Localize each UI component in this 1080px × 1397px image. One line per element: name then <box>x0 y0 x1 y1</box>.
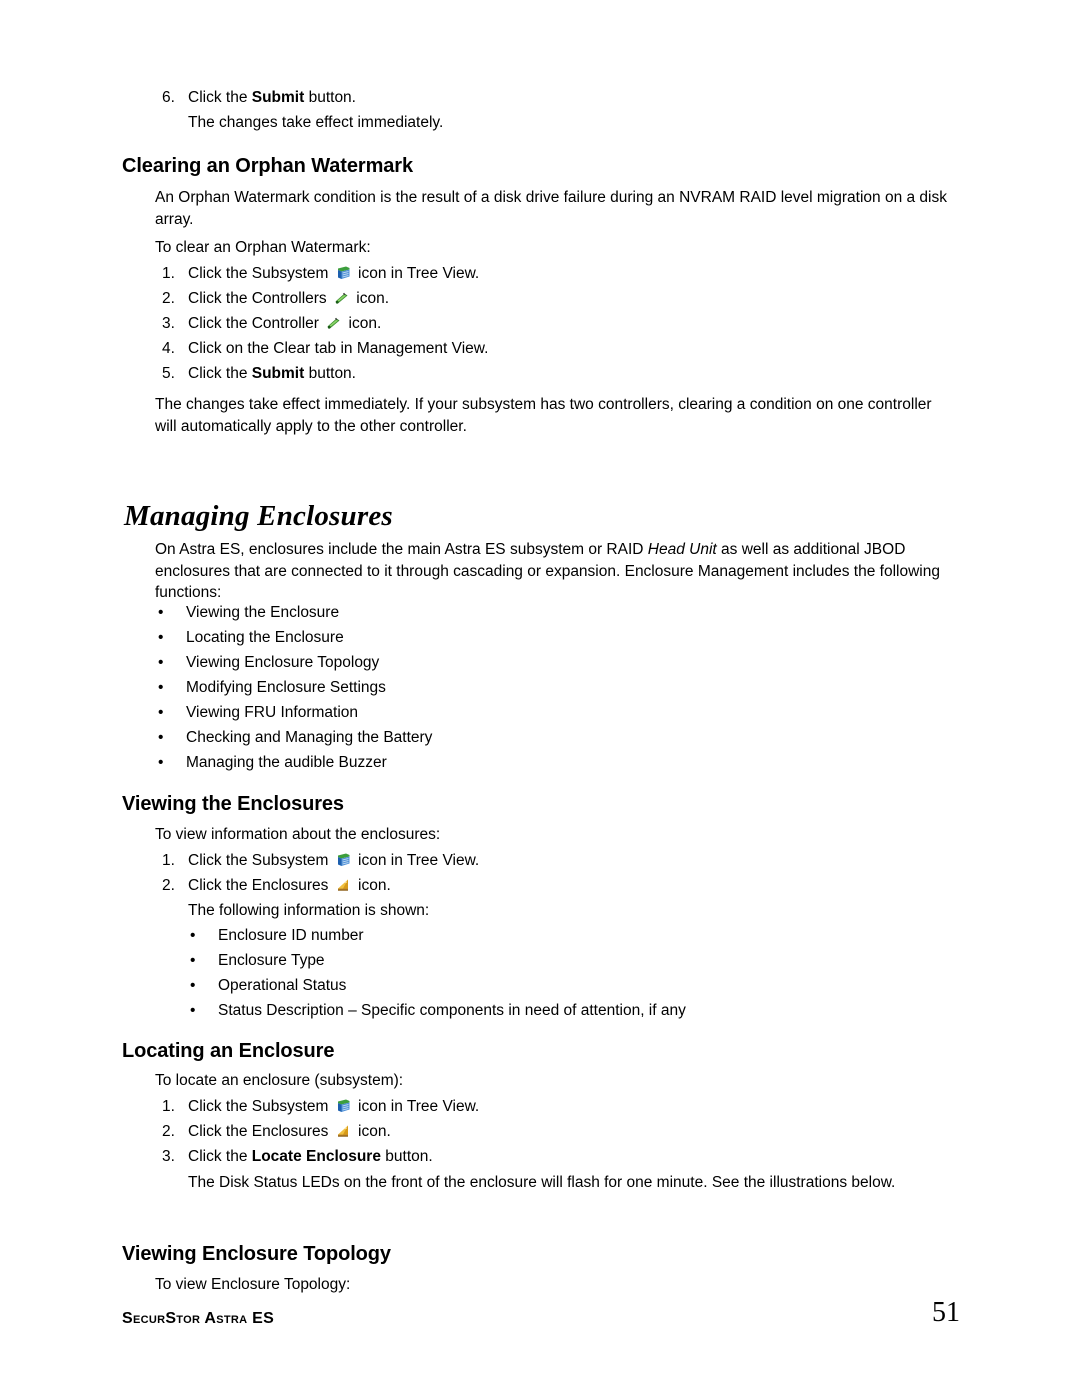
bullet-text: Viewing Enclosure Topology <box>186 654 380 671</box>
bullet-dot: • <box>190 977 196 994</box>
orphan-closing-paragraph: The changes take effect immediately. If … <box>155 396 932 435</box>
heading-clearing-orphan-watermark: Clearing an Orphan Watermark <box>122 155 413 177</box>
list-number: 5. <box>162 365 175 382</box>
text-fragment: button. <box>380 1148 433 1165</box>
text-fragment: icon in Tree View. <box>353 852 480 869</box>
italic-term: Head Unit <box>647 541 717 558</box>
bold-term: Locate Enclosure <box>251 1148 381 1165</box>
text-fragment: Click the Controller <box>188 315 324 332</box>
bullet-text: Locating the Enclosure <box>186 629 344 646</box>
enclosures-icon <box>335 877 352 893</box>
bullet-dot: • <box>158 604 164 621</box>
controller-icon <box>325 315 342 331</box>
bullet-text: Status Description – Specific components… <box>218 1002 686 1019</box>
bullet-dot: • <box>158 704 164 721</box>
bullet-text: Modifying Enclosure Settings <box>186 679 386 696</box>
text-fragment: icon. <box>353 877 391 894</box>
bullet-text: Managing the audible Buzzer <box>186 754 387 771</box>
viewing-lead-in: To view information about the enclosures… <box>155 826 441 843</box>
text-fragment: Click the Subsystem <box>188 1098 333 1115</box>
bullet-dot: • <box>190 927 196 944</box>
bullet-text: Enclosure Type <box>218 952 325 969</box>
heading-viewing-enclosure-topology: Viewing Enclosure Topology <box>122 1243 391 1265</box>
list-text: Click the Controller icon. <box>188 313 381 335</box>
list-text: Click the Locate Enclosure button. <box>188 1146 433 1168</box>
subsystem-icon <box>335 265 352 281</box>
bullet-text: Viewing FRU Information <box>186 704 359 721</box>
list-text: Click the Controllers icon. <box>188 288 389 310</box>
list-text: Click the Submit button. <box>188 87 356 109</box>
bullet-text: Operational Status <box>218 977 347 994</box>
list-number: 6. <box>162 89 175 106</box>
subsystem-icon <box>335 852 352 868</box>
bullet-text: Enclosure ID number <box>218 927 364 944</box>
list-number: 1. <box>162 265 175 282</box>
footer-page-number: 51 <box>932 1297 960 1328</box>
list-number: 1. <box>162 1098 175 1115</box>
text-fragment: Click the <box>188 365 252 382</box>
list-text: Click the Submit button. <box>188 363 356 385</box>
controllers-icon <box>333 290 350 306</box>
text-fragment: button. <box>304 89 356 106</box>
list-text: Click on the Clear tab in Management Vie… <box>188 340 489 357</box>
topology-lead-in: To view Enclosure Topology: <box>155 1276 351 1293</box>
list-number: 3. <box>162 1148 175 1165</box>
heading-managing-enclosures: Managing Enclosures <box>124 500 393 532</box>
text-fragment: Click the Subsystem <box>188 852 333 869</box>
document-page: 6. Click the Submit button. The changes … <box>0 0 1080 1397</box>
list-text: Click the Subsystem icon in Tree View. <box>188 850 479 872</box>
orphan-intro-paragraph: An Orphan Watermark condition is the res… <box>155 189 947 228</box>
list-text: Click the Subsystem icon in Tree View. <box>188 263 479 285</box>
bullet-dot: • <box>158 754 164 771</box>
text-fragment: button. <box>304 365 356 382</box>
heading-viewing-the-enclosures: Viewing the Enclosures <box>122 793 344 815</box>
subsystem-icon <box>335 1098 352 1114</box>
bold-term: Submit <box>251 89 305 106</box>
footer-product-name: SecurStor Astra ES <box>122 1310 275 1327</box>
list-number: 3. <box>162 315 175 332</box>
list-number: 2. <box>162 290 175 307</box>
text-fragment: Click the <box>188 89 252 106</box>
bullet-text: Viewing the Enclosure <box>186 604 340 621</box>
text-fragment: Click the Enclosures <box>188 877 333 894</box>
text-fragment: Click the <box>188 1148 252 1165</box>
bullet-dot: • <box>190 952 196 969</box>
bullet-dot: • <box>158 729 164 746</box>
step-detail-text: The changes take effect immediately. <box>188 114 444 131</box>
list-text: Click the Enclosures icon. <box>188 1121 391 1143</box>
orphan-lead-in: To clear an Orphan Watermark: <box>155 239 371 256</box>
enclosures-icon <box>335 1123 352 1139</box>
list-number: 4. <box>162 340 175 357</box>
text-fragment: icon. <box>353 1123 391 1140</box>
bold-term: Submit <box>251 365 305 382</box>
list-number: 2. <box>162 877 175 894</box>
locating-lead-in: To locate an enclosure (subsystem): <box>155 1072 404 1089</box>
bullet-text: Checking and Managing the Battery <box>186 729 433 746</box>
list-text: Click the Enclosures icon. <box>188 875 391 897</box>
text-fragment: Click the Controllers <box>188 290 331 307</box>
text-fragment: Click the Enclosures <box>188 1123 333 1140</box>
bullet-dot: • <box>158 629 164 646</box>
text-fragment: Click the Subsystem <box>188 265 333 282</box>
text-fragment: On Astra ES, enclosures include the main… <box>155 541 648 558</box>
list-number: 2. <box>162 1123 175 1140</box>
bullet-dot: • <box>190 1002 196 1019</box>
heading-locating-an-enclosure: Locating an Enclosure <box>122 1040 335 1062</box>
bullet-dot: • <box>158 654 164 671</box>
text-fragment: icon. <box>344 315 382 332</box>
managing-intro-paragraph: On Astra ES, enclosures include the main… <box>155 539 965 604</box>
list-text: Click the Subsystem icon in Tree View. <box>188 1096 479 1118</box>
text-fragment: icon in Tree View. <box>353 265 480 282</box>
locating-closing-paragraph: The Disk Status LEDs on the front of the… <box>188 1174 896 1191</box>
bullet-dot: • <box>158 679 164 696</box>
text-fragment: icon in Tree View. <box>353 1098 480 1115</box>
viewing-sub-line: The following information is shown: <box>188 902 430 919</box>
text-fragment: icon. <box>352 290 390 307</box>
list-number: 1. <box>162 852 175 869</box>
